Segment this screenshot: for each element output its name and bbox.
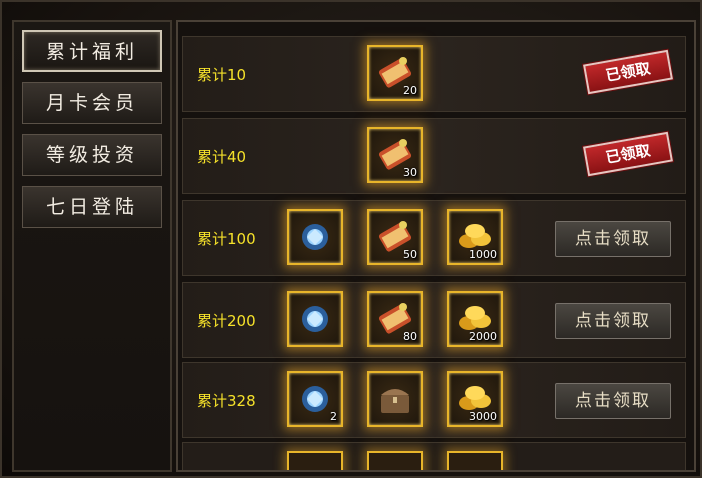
reward-slot[interactable]: 80: [367, 291, 423, 347]
reward-row: 累计10 20 已领取: [182, 36, 686, 112]
blue-gem-icon: [302, 224, 328, 250]
reward-slot[interactable]: 1000: [447, 209, 503, 265]
claimed-stamp: 已领取: [583, 131, 673, 177]
item-quantity: 1000: [469, 248, 497, 261]
claim-button[interactable]: 点击领取: [555, 383, 671, 419]
reward-slot[interactable]: 30: [367, 127, 423, 183]
reward-threshold-label: 累计10: [197, 66, 247, 84]
game-window: 累计福利 月卡会员 等级投资 七日登陆 累计10 20 已领取 累计40 30 …: [0, 0, 702, 478]
reward-slot[interactable]: [287, 291, 343, 347]
reward-slot[interactable]: [367, 451, 423, 470]
reward-threshold-label: 累计328: [197, 392, 256, 410]
reward-row: 累计40 30 已领取: [182, 118, 686, 194]
item-quantity: 80: [403, 330, 417, 343]
reward-row: 累计328 2 3000 点击领取: [182, 362, 686, 438]
item-quantity: 30: [403, 166, 417, 179]
item-quantity: 50: [403, 248, 417, 261]
treasure-chest-icon: [381, 389, 409, 413]
reward-slot[interactable]: 2000: [447, 291, 503, 347]
claim-button[interactable]: 点击领取: [555, 303, 671, 339]
tab-level-investment[interactable]: 等级投资: [22, 134, 162, 176]
side-menu: 累计福利 月卡会员 等级投资 七日登陆: [12, 20, 172, 472]
reward-row: 累计100 50 1000 点击领取: [182, 200, 686, 276]
reward-row: 累计200 80 2000 点击领取: [182, 282, 686, 358]
tab-seven-day-login[interactable]: 七日登陆: [22, 186, 162, 228]
item-quantity: 20: [403, 84, 417, 97]
reward-slot[interactable]: [287, 209, 343, 265]
reward-threshold-label: 累计200: [197, 312, 256, 330]
item-quantity: 2: [330, 410, 337, 423]
reward-threshold-label: 累计40: [197, 148, 247, 166]
tab-cumulative-welfare[interactable]: 累计福利: [22, 30, 162, 72]
reward-slot[interactable]: 50: [367, 209, 423, 265]
reward-slot[interactable]: 3000: [447, 371, 503, 427]
reward-row-partial: [182, 442, 686, 470]
tab-monthly-card[interactable]: 月卡会员: [22, 82, 162, 124]
item-quantity: 2000: [469, 330, 497, 343]
claimed-stamp: 已领取: [583, 49, 673, 95]
reward-slot[interactable]: 20: [367, 45, 423, 101]
reward-list: 累计10 20 已领取 累计40 30 已领取 累计100 50 1000 点击…: [176, 20, 696, 472]
reward-slot[interactable]: [447, 451, 503, 470]
blue-gem-icon: [302, 306, 328, 332]
reward-threshold-label: 累计100: [197, 230, 256, 248]
item-quantity: 3000: [469, 410, 497, 423]
claim-button[interactable]: 点击领取: [555, 221, 671, 257]
reward-slot[interactable]: [287, 451, 343, 470]
reward-slot[interactable]: 2: [287, 371, 343, 427]
reward-slot[interactable]: [367, 371, 423, 427]
